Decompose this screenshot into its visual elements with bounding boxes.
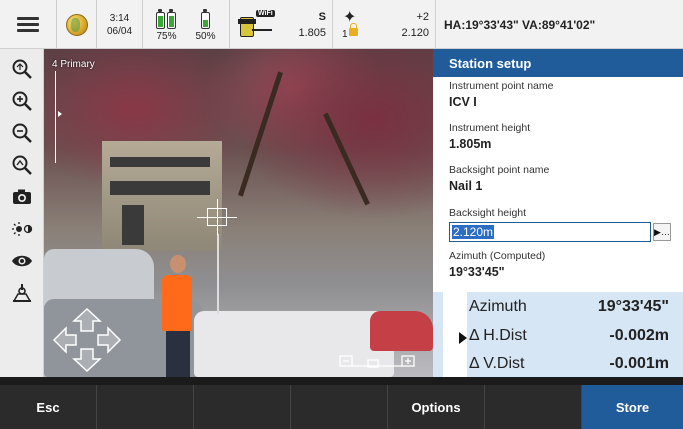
target-number: 1 xyxy=(342,28,348,40)
backsight-point-field[interactable]: Backsight point name Nail 1 xyxy=(433,163,549,195)
date-text: 06/04 xyxy=(106,25,133,37)
battery-status[interactable]: 75% 50% xyxy=(143,0,230,49)
target-height-readout: 2.120 xyxy=(401,26,429,39)
results-table[interactable]: Azimuth 19°33'45" Δ H.Dist -0.002m Δ V.D… xyxy=(433,292,683,377)
result-label: Δ H.Dist xyxy=(469,327,527,344)
station-view-button[interactable] xyxy=(4,277,40,309)
tree-trunk xyxy=(238,71,283,197)
direction-arrows-icon xyxy=(52,307,122,373)
instrument-status[interactable]: WiFi S 1.805 xyxy=(230,0,333,49)
surveyor-vest xyxy=(162,275,192,331)
hamburger-icon xyxy=(17,14,39,35)
target-icon: ✦ 1 xyxy=(342,8,358,40)
options-button[interactable]: Options xyxy=(388,385,485,429)
status-bar: 3:14 06/04 75% 50% WiFi S 1.805 ✦ 1 +2 2… xyxy=(0,0,683,49)
selected-text: 2.120m xyxy=(452,225,495,239)
backsight-height-input[interactable]: 2.120m xyxy=(449,222,651,242)
gnss-status[interactable] xyxy=(57,0,97,49)
battery-right-percent: 50% xyxy=(195,31,216,42)
field-label: Backsight height xyxy=(449,207,527,219)
result-row: Δ H.Dist -0.002m xyxy=(469,327,669,345)
battery-icon xyxy=(200,9,210,29)
eye-icon xyxy=(11,255,32,267)
prism-constant: +2 xyxy=(416,10,429,23)
menu-button[interactable] xyxy=(0,0,57,49)
globe-icon xyxy=(65,13,88,36)
crosshair-reticle xyxy=(197,199,237,235)
camera-view[interactable]: 4 Primary xyxy=(44,49,433,377)
azimuth-computed-field: Azimuth (Computed) 19°33'45" xyxy=(433,249,545,281)
empty-softkey[interactable] xyxy=(194,385,291,429)
wifi-badge: WiFi xyxy=(256,9,275,17)
play-arrow-icon xyxy=(459,332,467,344)
zoom-in-button[interactable] xyxy=(4,85,40,117)
result-row: Δ V.Dist -0.001m xyxy=(469,355,669,373)
esc-button[interactable]: Esc xyxy=(0,385,97,429)
battery-icon xyxy=(156,9,166,29)
camera-source-label: 4 Primary xyxy=(52,59,95,70)
zoom-previous-icon xyxy=(12,155,32,175)
brightness-button[interactable] xyxy=(4,213,40,245)
field-label: Azimuth (Computed) xyxy=(449,250,546,262)
panel-title: Station setup xyxy=(433,49,683,77)
battery-left-percent: 75% xyxy=(156,31,177,42)
softkey-bar: Esc Options Store xyxy=(0,377,683,429)
total-station-icon: WiFi xyxy=(236,7,275,43)
field-value: 19°33'45" xyxy=(449,265,505,279)
field-label: Instrument point name xyxy=(449,80,554,92)
view-button[interactable] xyxy=(4,245,40,277)
zoom-in-icon xyxy=(12,91,32,111)
surveyor-legs xyxy=(166,331,190,377)
angle-readout[interactable]: HA:19°33'43" VA:89°41'02" xyxy=(436,0,683,49)
options-popup-button[interactable]: ▶… xyxy=(653,223,671,241)
result-label: Δ V.Dist xyxy=(469,355,525,372)
instrument-height-readout: 1.805 xyxy=(298,26,326,39)
field-label: Instrument height xyxy=(449,122,531,134)
zoom-out-button[interactable] xyxy=(4,117,40,149)
battery-icon xyxy=(167,9,177,29)
zoom-extents-button[interactable] xyxy=(4,53,40,85)
tree-trunk xyxy=(323,112,370,206)
zoom-extents-icon xyxy=(12,59,32,79)
result-value: -0.002m xyxy=(609,327,669,344)
field-value: Nail 1 xyxy=(449,179,483,193)
time-text: 3:14 xyxy=(109,12,130,24)
camera-icon xyxy=(12,189,31,204)
instrument-height-field[interactable]: Instrument height 1.805m xyxy=(433,121,530,153)
field-value: 1.805m xyxy=(449,137,492,151)
result-value: -0.001m xyxy=(609,355,669,372)
video-zoom-controls[interactable] xyxy=(338,352,416,370)
zoom-scale-indicator xyxy=(55,71,62,163)
zoom-out-icon xyxy=(12,123,32,143)
result-row: Azimuth 19°33'45" xyxy=(469,298,669,316)
joystick-control[interactable] xyxy=(52,307,122,373)
brightness-icon xyxy=(11,222,32,236)
zoom-slider-icon xyxy=(339,355,415,368)
arrow-menu-icon: ▶… xyxy=(654,226,670,237)
result-label: Azimuth xyxy=(469,298,527,315)
station-setup-panel: Station setup Instrument point name ICV … xyxy=(433,49,683,377)
clock: 3:14 06/04 xyxy=(97,0,143,49)
snapshot-button[interactable] xyxy=(4,181,40,213)
instrument-mode: S xyxy=(318,10,326,23)
video-toolbar xyxy=(0,49,44,377)
backsight-height-field: Backsight height 2.120m ▶… xyxy=(433,206,671,242)
row-marker xyxy=(443,292,467,377)
zoom-previous-button[interactable] xyxy=(4,149,40,181)
surveyor xyxy=(170,255,186,273)
target-status[interactable]: ✦ 1 +2 2.120 xyxy=(333,0,436,49)
field-label: Backsight point name xyxy=(449,164,550,176)
prism-pole xyxy=(217,234,219,314)
lock-icon xyxy=(349,22,358,36)
store-button[interactable]: Store xyxy=(582,385,683,429)
parked-car xyxy=(370,311,433,351)
survey-station-icon xyxy=(12,284,31,302)
result-value: 19°33'45" xyxy=(597,298,669,315)
empty-softkey[interactable] xyxy=(291,385,388,429)
empty-softkey[interactable] xyxy=(485,385,582,429)
instrument-point-field[interactable]: Instrument point name ICV I xyxy=(433,79,553,111)
empty-softkey[interactable] xyxy=(97,385,194,429)
field-value: ICV I xyxy=(449,95,477,109)
